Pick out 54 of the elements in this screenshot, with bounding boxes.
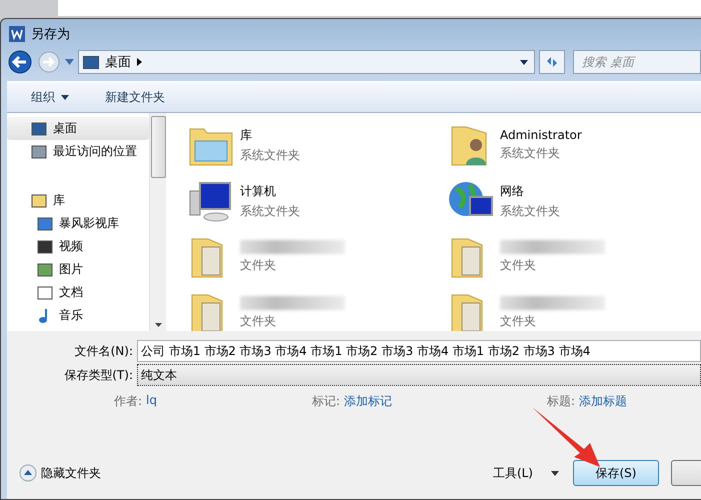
file-type: 系统文件夹: [500, 202, 560, 220]
sidebar-item[interactable]: 视频: [7, 235, 149, 258]
toolbar-button[interactable]: 新建文件夹: [101, 86, 169, 108]
sidebar-item[interactable]: 桌面: [7, 117, 149, 140]
file-type: 文件夹: [500, 313, 537, 330]
file-type: 系统文件夹: [240, 146, 300, 164]
sidebar-item[interactable]: 最近访问的位置: [7, 140, 149, 163]
filename-field[interactable]: 公司 市场1 市场2 市场3 市场4 市场1 市场2 市场3 市场4 市场1 市场2 市场3 市场4: [137, 340, 701, 362]
hide-folders-button[interactable]: 隐藏文件夹: [19, 464, 101, 482]
file-name[interactable]: Administrator: [500, 128, 582, 142]
computer-icon: [188, 179, 234, 223]
file-name[interactable]: 库: [240, 126, 300, 144]
breadcrumb-caret-icon: [137, 58, 142, 66]
address-bar[interactable]: 桌面: [78, 50, 535, 74]
sidebar-item[interactable]: 文档: [7, 281, 149, 304]
scrollbar[interactable]: [149, 113, 166, 331]
metadata-label: 作者:: [114, 393, 142, 410]
search-field[interactable]: 搜索 桌面: [573, 50, 701, 74]
metadata-link[interactable]: 添加标记: [344, 393, 392, 410]
desktop-icon: [31, 120, 47, 136]
file-name[interactable]: 网络: [500, 182, 560, 200]
window-title: 另存为: [31, 26, 70, 43]
file-type: 系统文件夹: [240, 202, 300, 220]
word-app-icon: [9, 26, 25, 42]
scroll-down-icon[interactable]: [154, 323, 162, 327]
file-type: 文件夹: [240, 313, 277, 330]
refresh-icon: [545, 55, 559, 69]
caret-icon: [551, 470, 559, 476]
file-type-select[interactable]: 纯文本: [137, 364, 701, 386]
file-type: 文件夹: [240, 257, 277, 274]
metadata-link[interactable]: 添加标题: [579, 393, 628, 410]
file-type: 文件夹: [500, 257, 537, 274]
refresh-button[interactable]: [539, 50, 565, 74]
metadata-label: 标记:: [312, 393, 340, 410]
metadata-label: 标题:: [547, 393, 576, 410]
collapse-up-icon: [19, 464, 37, 482]
tools-button[interactable]: 工具(L): [488, 462, 563, 484]
dropdown-caret-icon[interactable]: [520, 60, 528, 64]
sidebar-item[interactable]: 库: [7, 189, 149, 212]
cancel-button[interactable]: [671, 460, 701, 486]
scroll-thumb[interactable]: [150, 116, 166, 178]
save-button[interactable]: 保存(S): [573, 460, 659, 486]
sidebar-item[interactable]: 图片: [7, 258, 149, 281]
file-type: 系统文件夹: [500, 145, 561, 162]
back-button-icon[interactable]: [7, 50, 33, 74]
file-name[interactable]: 计算机: [240, 182, 300, 200]
sidebar-item[interactable]: 音乐: [7, 304, 149, 327]
file-type-label: 保存类型(T):: [63, 366, 133, 384]
toolbar-button[interactable]: 组织: [27, 86, 73, 108]
metadata-link[interactable]: lq: [146, 393, 157, 410]
sidebar-item[interactable]: 暴风影视库: [7, 212, 149, 235]
filename-label: 文件名(N):: [74, 342, 133, 360]
history-caret-icon[interactable]: [65, 59, 74, 65]
desktop-icon: [83, 56, 99, 68]
